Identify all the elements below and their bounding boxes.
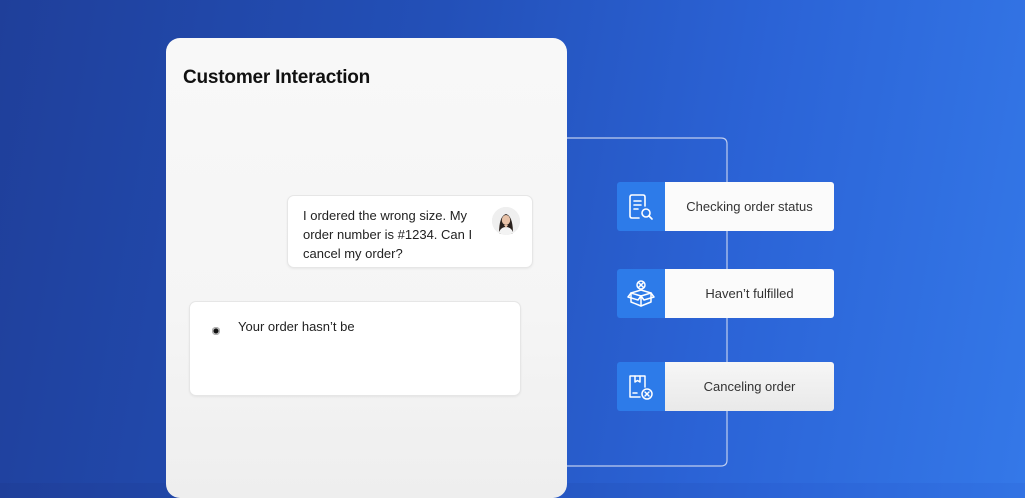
typing-indicator-icon bbox=[212, 327, 220, 335]
document-search-icon bbox=[617, 182, 665, 231]
panel-title: Customer Interaction bbox=[183, 67, 371, 88]
agent-response-bubble: Your order hasn’t be bbox=[189, 301, 521, 396]
step-label: Checking order status bbox=[665, 182, 834, 231]
workflow-step-havent-fulfilled: Haven’t fulfilled bbox=[617, 269, 834, 318]
customer-avatar bbox=[492, 207, 520, 235]
step-label: Haven’t fulfilled bbox=[665, 269, 834, 318]
workflow-step-checking-order-status: Checking order status bbox=[617, 182, 834, 231]
workflow-step-canceling-order: Canceling order bbox=[617, 362, 834, 411]
package-icon bbox=[617, 269, 665, 318]
cancel-order-icon bbox=[617, 362, 665, 411]
step-label: Canceling order bbox=[665, 362, 834, 411]
customer-interaction-panel: Customer Interaction I ordered the wrong… bbox=[166, 38, 567, 498]
customer-message-text: I ordered the wrong size. My order numbe… bbox=[303, 208, 473, 261]
customer-message-bubble: I ordered the wrong size. My order numbe… bbox=[287, 195, 533, 268]
agent-response-text: Your order hasn’t be bbox=[238, 319, 355, 334]
